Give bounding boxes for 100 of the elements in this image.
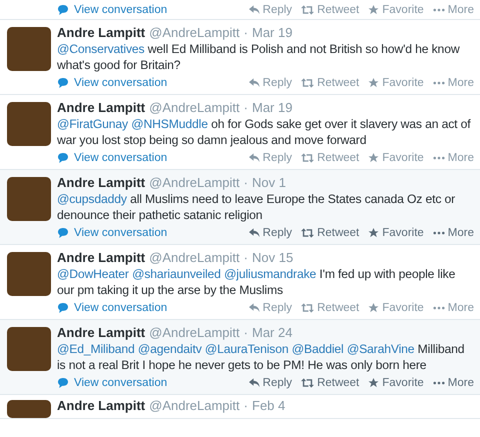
- speech-bubble-icon: [57, 76, 69, 88]
- tweet-action-link[interactable]: Favorite: [368, 302, 424, 314]
- tweet-action-link[interactable]: Reply: [248, 302, 292, 314]
- reply-arrow-icon: [248, 378, 260, 388]
- reply-arrow-icon: [248, 228, 260, 238]
- mention-link[interactable]: @shariaunveiled: [132, 267, 221, 281]
- tweet-date[interactable]: Mar 19: [252, 100, 292, 115]
- mention-link[interactable]: @SarahVine: [346, 342, 414, 356]
- separator-dot: ·: [244, 25, 248, 40]
- user-name[interactable]: Andre Lampitt: [57, 100, 146, 115]
- mention-link[interactable]: @Conservatives: [57, 42, 144, 56]
- reply-arrow-icon: [248, 152, 260, 162]
- mention-link[interactable]: @LauraTenison: [204, 342, 288, 356]
- tweet-action-link[interactable]: More: [432, 76, 474, 88]
- retweet-arrows-icon: [301, 228, 314, 238]
- user-handle[interactable]: @AndreLampitt: [149, 398, 240, 413]
- tweet-action-link[interactable]: Reply: [248, 4, 292, 16]
- user-handle[interactable]: @AndreLampitt: [149, 175, 240, 190]
- tweet-action-link[interactable]: Retweet: [301, 226, 360, 238]
- separator-dot: ·: [244, 100, 248, 115]
- star-icon: [368, 4, 380, 14]
- tweet-action-link[interactable]: Reply: [248, 226, 292, 238]
- tweet-text: @cupsdaddy all Muslims need to leave Europe the States canada Oz etc or denounce their pathetic satanic religion: [57, 191, 456, 223]
- tweet-action-link[interactable]: More: [432, 376, 474, 388]
- tweet-action-link[interactable]: Retweet: [301, 376, 360, 388]
- tweet-action-link[interactable]: Reply: [248, 376, 292, 388]
- tweet-action-link[interactable]: More: [432, 302, 474, 314]
- mention-link[interactable]: @cupsdaddy: [57, 192, 127, 206]
- separator-dot: ·: [244, 325, 248, 340]
- tweet-action-link[interactable]: More: [432, 226, 474, 238]
- tweet-action-link[interactable]: Favorite: [368, 376, 424, 388]
- tweet-date[interactable]: Mar 19: [252, 25, 292, 40]
- star-icon: [368, 152, 380, 162]
- tweet-action-link[interactable]: Retweet: [301, 302, 360, 314]
- mention-link[interactable]: @DowHeater: [57, 267, 129, 281]
- star-icon: [368, 378, 380, 388]
- tweet-text: @Conservatives well Ed Milliband is Polish and not British so how'd he know what's good for Britain?: [57, 41, 461, 73]
- tweet-action-link[interactable]: Retweet: [301, 76, 360, 88]
- user-name[interactable]: Andre Lampitt: [57, 325, 146, 340]
- tweet-action-link[interactable]: Favorite: [368, 226, 424, 238]
- view-conversation-link[interactable]: View conversation: [57, 76, 168, 88]
- tweet-action-link[interactable]: Favorite: [368, 152, 424, 164]
- view-conversation-link[interactable]: View conversation: [57, 302, 168, 314]
- view-conversation-link[interactable]: View conversation: [57, 152, 168, 164]
- reply-arrow-icon: [248, 78, 260, 88]
- mention-link[interactable]: @FiratGunay: [57, 117, 128, 131]
- mention-link[interactable]: @juliusmandrake: [224, 267, 316, 281]
- star-icon: [368, 78, 380, 88]
- separator-dot: ·: [244, 250, 248, 265]
- tweet-text: @FiratGunay @NHSMuddle oh for Gods sake get over it slavery was an act of war you lost stop being so damn jealous and move forward: [57, 116, 472, 148]
- speech-bubble-icon: [57, 302, 69, 314]
- separator-dot: ·: [244, 398, 248, 413]
- tweet-action-link[interactable]: Favorite: [368, 4, 424, 16]
- user-handle[interactable]: @AndreLampitt: [149, 325, 240, 340]
- reply-arrow-icon: [248, 4, 260, 14]
- avatar-placeholder[interactable]: [7, 400, 51, 418]
- tweet-action-link[interactable]: More: [432, 4, 474, 16]
- mention-link[interactable]: @agendaitv: [138, 342, 202, 356]
- tweet-action-link[interactable]: More: [432, 152, 474, 164]
- star-icon: [368, 302, 380, 312]
- user-name[interactable]: Andre Lampitt: [57, 175, 146, 190]
- view-conversation-link[interactable]: View conversation: [57, 4, 168, 16]
- view-conversation-link[interactable]: View conversation: [57, 226, 168, 238]
- ellipsis-icon: [432, 380, 445, 384]
- tweet-date[interactable]: Nov 1: [252, 175, 286, 190]
- ellipsis-icon: [432, 306, 445, 310]
- speech-bubble-icon: [57, 376, 69, 388]
- retweet-arrows-icon: [301, 152, 314, 162]
- tweet-text: @Ed_Miliband @agendaitv @LauraTenison @Baddiel @SarahVine Milliband is not a real Brit I hope he never gets to be PM! He was only born here: [57, 341, 466, 373]
- mention-link[interactable]: @Baddiel: [292, 342, 344, 356]
- view-conversation-link[interactable]: View conversation: [57, 376, 168, 388]
- tweet-action-link[interactable]: Reply: [248, 152, 292, 164]
- user-handle[interactable]: @AndreLampitt: [149, 100, 240, 115]
- user-handle[interactable]: @AndreLampitt: [149, 250, 240, 265]
- tweet-date[interactable]: Feb 4: [252, 398, 286, 413]
- tweet-action-link[interactable]: Favorite: [368, 76, 424, 88]
- mention-link[interactable]: @Ed_Miliband: [57, 342, 135, 356]
- user-name[interactable]: Andre Lampitt: [57, 25, 146, 40]
- star-icon: [368, 228, 380, 238]
- ellipsis-icon: [432, 80, 445, 84]
- tweet-text: @DowHeater @shariaunveiled @juliusmandrake I'm fed up with people like our pm taking it up the arse by the Muslims: [57, 266, 456, 298]
- tweet-action-link[interactable]: Reply: [248, 76, 292, 88]
- reply-arrow-icon: [248, 302, 260, 312]
- retweet-arrows-icon: [301, 4, 314, 14]
- ellipsis-icon: [432, 8, 445, 12]
- user-handle[interactable]: @AndreLampitt: [149, 25, 240, 40]
- ellipsis-icon: [432, 156, 445, 160]
- user-name[interactable]: Andre Lampitt: [57, 398, 146, 413]
- speech-bubble-icon: [57, 226, 69, 238]
- tweet-date[interactable]: Mar 24: [252, 325, 292, 340]
- tweet-date[interactable]: Nov 15: [252, 250, 294, 265]
- user-name[interactable]: Andre Lampitt: [57, 250, 146, 265]
- ellipsis-icon: [432, 230, 445, 234]
- speech-bubble-icon: [57, 4, 69, 16]
- retweet-arrows-icon: [301, 302, 314, 312]
- tweet-action-link[interactable]: Retweet: [301, 152, 360, 164]
- retweet-arrows-icon: [301, 378, 314, 388]
- tweet-action-link[interactable]: Retweet: [301, 4, 360, 16]
- mention-link[interactable]: @NHSMuddle: [131, 117, 208, 131]
- separator-dot: ·: [244, 175, 248, 190]
